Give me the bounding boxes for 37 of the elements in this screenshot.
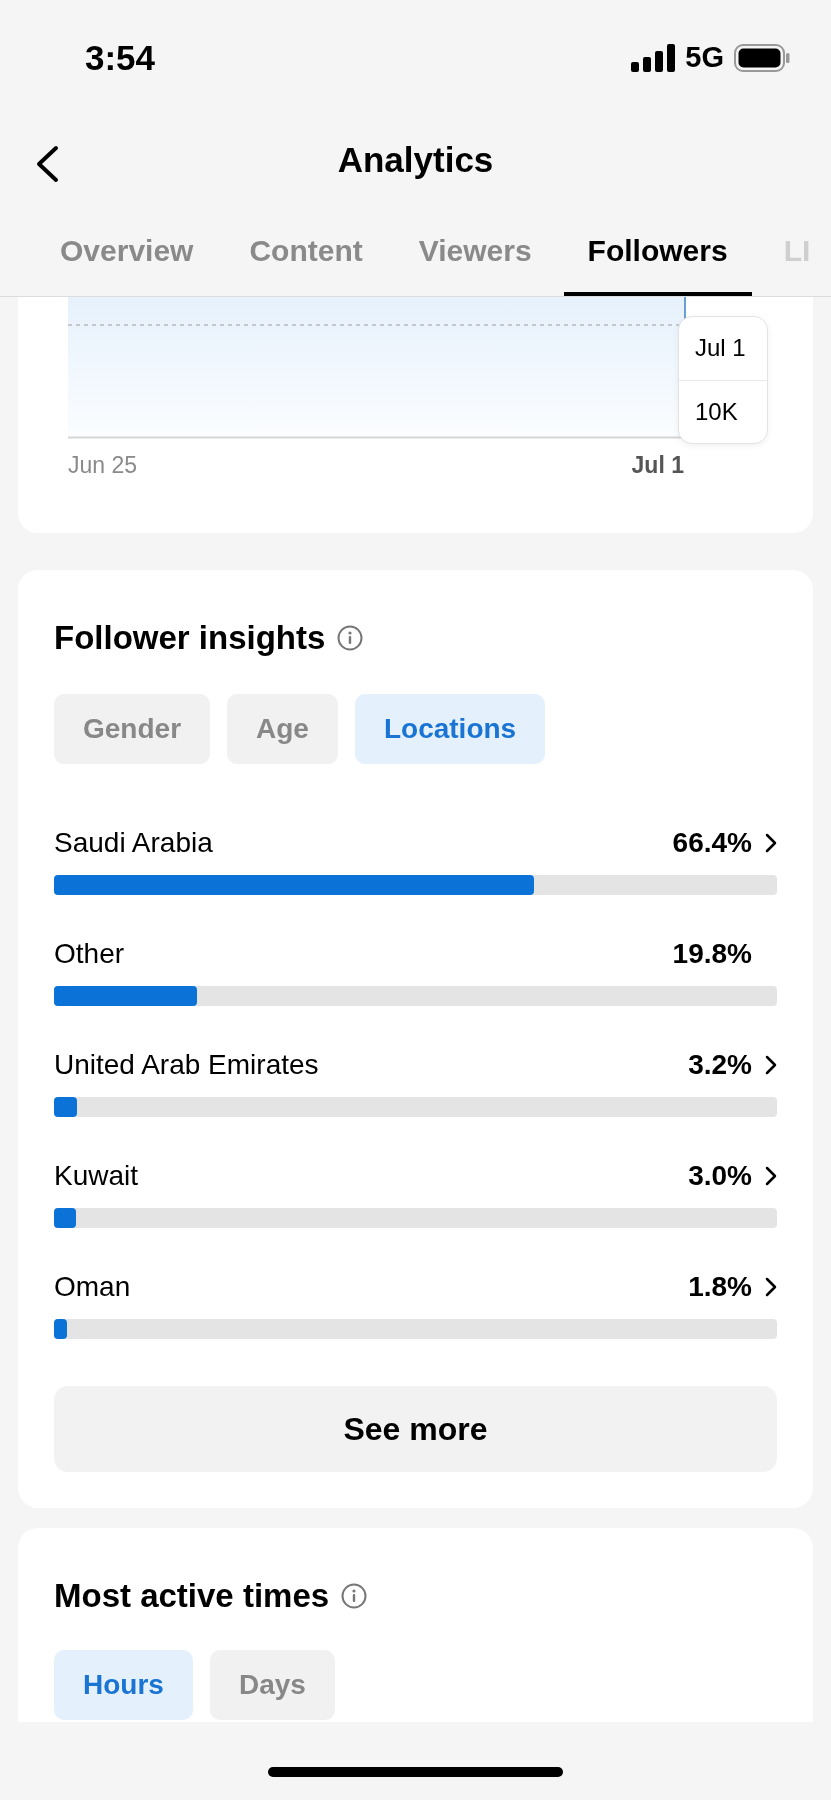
location-percent: 3.0%	[688, 1160, 752, 1192]
filter-tab[interactable]: Days	[209, 1650, 335, 1720]
back-icon	[34, 145, 60, 183]
location-name: United Arab Emirates	[54, 1049, 320, 1081]
axis-label: Jun 25	[68, 452, 138, 479]
location-name: Kuwait	[54, 1160, 140, 1192]
axis-label: Jul 1	[631, 452, 684, 479]
filter-tab[interactable]: Gender	[54, 694, 211, 764]
location-name: Oman	[54, 1271, 132, 1303]
location-percent: 1.8%	[688, 1271, 752, 1303]
nav-tab[interactable]: Viewers	[394, 205, 556, 296]
info-icon[interactable]	[341, 1583, 368, 1609]
location-name: Saudi Arabia	[54, 827, 214, 859]
nav-tab[interactable]: Content	[225, 205, 387, 296]
tooltip-date: Jul 1	[679, 317, 767, 381]
nav-tab[interactable]: Overview	[36, 205, 218, 296]
location-name: Other	[54, 938, 126, 970]
page-title: Analytics	[337, 140, 494, 180]
filter-tab[interactable]: Hours	[54, 1650, 193, 1720]
filter-tab[interactable]: Age	[227, 694, 338, 764]
tooltip-value: 10K	[694, 396, 739, 427]
section-title: Most active times	[54, 1577, 330, 1615]
chevron-icon[interactable]	[765, 1166, 777, 1186]
signal-icon	[631, 43, 676, 72]
location-percent: 19.8%	[672, 938, 752, 970]
filter-tab[interactable]: Locations	[354, 694, 546, 764]
info-icon[interactable]	[337, 625, 364, 651]
section-title: Follower insights	[54, 619, 326, 657]
network-label: 5G	[685, 41, 724, 74]
location-percent: 66.4%	[672, 827, 752, 859]
status-time: 3:54	[85, 37, 156, 78]
chevron-icon[interactable]	[765, 833, 777, 853]
chevron-icon[interactable]	[765, 1055, 777, 1075]
chevron-icon[interactable]	[765, 1277, 777, 1297]
see-more-button[interactable]: See more	[54, 1386, 777, 1472]
location-percent: 3.2%	[688, 1049, 752, 1081]
battery-icon	[734, 43, 790, 72]
